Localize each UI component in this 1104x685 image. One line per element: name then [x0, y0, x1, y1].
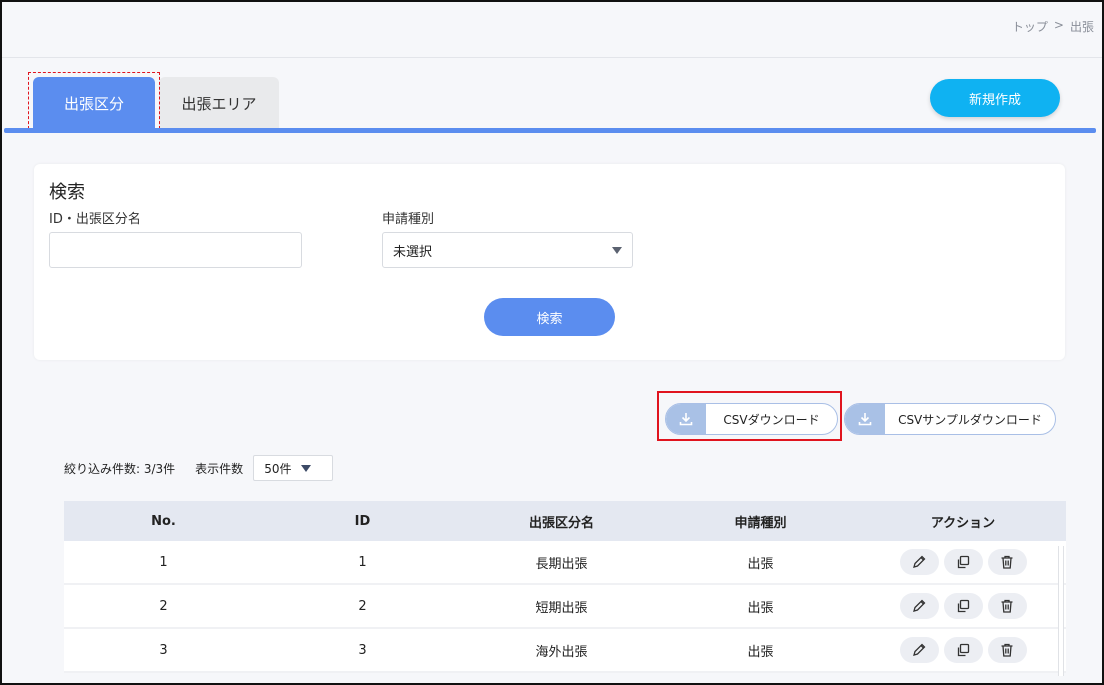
- table-row: 1 1 長期出張 出張: [64, 541, 1066, 585]
- list-controls: 絞り込み件数: 3/3件 表示件数 50件: [64, 455, 334, 481]
- cell-name: 海外出張: [535, 644, 588, 660]
- table-header: No. ID 出張区分名 申請種別 アクション: [64, 501, 1066, 541]
- cell-id: 2: [358, 598, 367, 614]
- id-name-label: ID・出張区分名: [49, 212, 141, 227]
- delete-button[interactable]: [987, 637, 1027, 663]
- download-icon: [845, 404, 885, 434]
- header-id: ID: [354, 513, 371, 529]
- cell-no: 1: [159, 554, 168, 570]
- search-panel: 検索 ID・出張区分名 申請種別 未選択 検索: [34, 164, 1065, 360]
- table-row: 2 2 短期出張 出張: [64, 585, 1066, 629]
- application-type-value: 未選択: [393, 244, 433, 260]
- csv-sample-download-button[interactable]: CSVサンプルダウンロード: [844, 403, 1056, 435]
- cell-no: 2: [159, 598, 168, 614]
- table-row: 3 3 海外出張 出張: [64, 629, 1066, 673]
- copy-button[interactable]: [943, 549, 983, 575]
- tab-business-trip-category[interactable]: 出張区分: [33, 77, 155, 129]
- cell-name: 短期出張: [535, 600, 588, 616]
- application-type-select[interactable]: 未選択: [382, 232, 633, 268]
- chevron-down-icon: [301, 464, 312, 472]
- copy-icon: [957, 555, 970, 569]
- header-type: 申請種別: [734, 515, 787, 531]
- breadcrumb-current: 出張: [1069, 20, 1094, 34]
- copy-icon: [957, 643, 970, 657]
- csv-download-label: CSVダウンロード: [723, 412, 820, 427]
- pencil-icon: [913, 555, 926, 568]
- csv-download-button[interactable]: CSVダウンロード: [665, 403, 838, 435]
- cell-no: 3: [159, 642, 168, 658]
- pencil-icon: [913, 599, 926, 612]
- trash-icon: [1001, 555, 1013, 569]
- header-no: No.: [151, 513, 176, 529]
- tab-underline: [4, 128, 1096, 133]
- trash-icon: [1001, 643, 1013, 657]
- cell-type: 出張: [747, 600, 774, 616]
- pencil-icon: [913, 643, 926, 656]
- business-trip-category-table: No. ID 出張区分名 申請種別 アクション 1 1 長期出張 出張 2 2 …: [64, 501, 1066, 673]
- download-icon: [666, 404, 706, 434]
- cell-actions: [860, 637, 1066, 663]
- cell-id: 3: [358, 642, 367, 658]
- tab-business-trip-area[interactable]: 出張エリア: [159, 77, 279, 129]
- id-name-input[interactable]: [49, 232, 302, 268]
- csv-sample-download-label: CSVサンプルダウンロード: [898, 412, 1042, 427]
- app-window: トップ > 出張 出張区分 出張エリア 新規作成 検索 ID・出張区分名 申請種…: [0, 0, 1104, 685]
- create-new-button[interactable]: 新規作成: [930, 79, 1060, 117]
- edit-button[interactable]: [899, 549, 939, 575]
- chevron-down-icon: [612, 246, 622, 254]
- cell-actions: [860, 593, 1066, 619]
- breadcrumb: トップ > 出張: [1012, 18, 1094, 35]
- filter-count: 絞り込み件数: 3/3件: [64, 461, 176, 476]
- trash-icon: [1001, 599, 1013, 613]
- cell-name: 長期出張: [535, 556, 588, 572]
- breadcrumb-home[interactable]: トップ: [1012, 18, 1048, 35]
- breadcrumb-separator: >: [1053, 18, 1064, 32]
- copy-icon: [957, 599, 970, 613]
- cell-type: 出張: [747, 556, 774, 572]
- header-name: 出張区分名: [528, 515, 594, 531]
- search-button[interactable]: 検索: [484, 298, 615, 336]
- edit-button[interactable]: [899, 593, 939, 619]
- search-title: 検索: [49, 182, 85, 203]
- delete-button[interactable]: [987, 549, 1027, 575]
- cell-id: 1: [358, 554, 367, 570]
- top-bar: トップ > 出張: [2, 2, 1102, 58]
- copy-button[interactable]: [943, 593, 983, 619]
- header-action: アクション: [930, 515, 996, 531]
- table-scrollbar[interactable]: [1058, 546, 1064, 676]
- delete-button[interactable]: [987, 593, 1027, 619]
- cell-type: 出張: [747, 644, 774, 660]
- cell-actions: [860, 549, 1066, 575]
- per-page-select[interactable]: 50件: [253, 455, 334, 481]
- per-page-label: 表示件数: [195, 461, 244, 476]
- application-type-label: 申請種別: [382, 212, 435, 227]
- copy-button[interactable]: [943, 637, 983, 663]
- edit-button[interactable]: [899, 637, 939, 663]
- per-page-value: 50件: [264, 461, 292, 476]
